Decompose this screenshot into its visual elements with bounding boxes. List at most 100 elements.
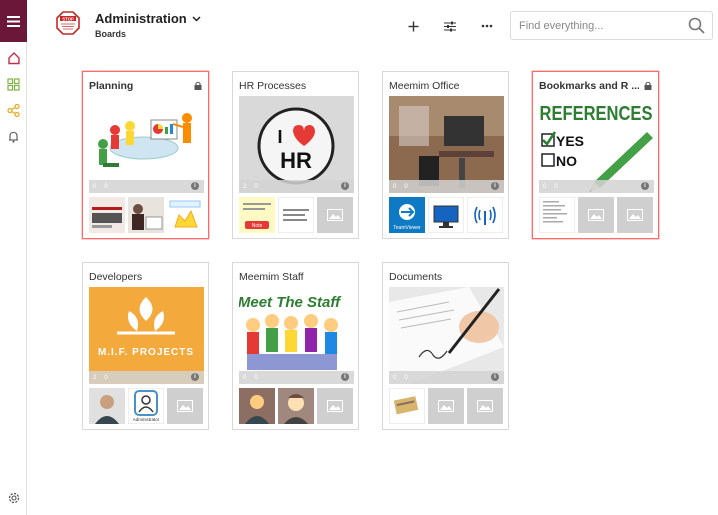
board-card-bookmarks[interactable]: Bookmarks and R ... REFERENCES YES NO 0 … xyxy=(532,71,659,239)
image-icon xyxy=(327,209,343,221)
search-input[interactable] xyxy=(511,12,671,39)
board-title: Meemim Staff xyxy=(239,271,304,283)
image-icon xyxy=(477,400,493,412)
filter-button[interactable] xyxy=(441,17,459,35)
board-card-developers[interactable]: Developers M.I.F. PROJECTS 2 0 i Adminis… xyxy=(82,262,209,430)
image-icon xyxy=(438,400,454,412)
info-icon[interactable]: i xyxy=(191,373,199,381)
lock-icon xyxy=(194,81,202,90)
thumbnail[interactable] xyxy=(89,197,125,233)
links-count: 0 xyxy=(104,374,108,381)
board-stats: 2 0 i xyxy=(89,371,204,384)
thumbnail[interactable] xyxy=(539,197,575,233)
image-placeholder[interactable] xyxy=(167,388,203,424)
info-icon[interactable]: i xyxy=(341,373,349,381)
home-icon xyxy=(7,52,20,65)
board-card-hr-processes[interactable]: HR Processes I HR 2 0 i Note xyxy=(232,71,359,239)
thumbnail[interactable] xyxy=(128,197,164,233)
add-button[interactable] xyxy=(404,17,422,35)
thumbnail[interactable] xyxy=(389,388,425,424)
image-icon xyxy=(627,209,643,221)
thumbnail[interactable] xyxy=(467,197,503,233)
page-title: Administration xyxy=(95,11,187,26)
image-icon xyxy=(588,209,604,221)
image-placeholder[interactable] xyxy=(467,388,503,424)
share-button[interactable] xyxy=(0,97,27,123)
image-placeholder[interactable] xyxy=(578,197,614,233)
image-icon xyxy=(327,400,343,412)
thumbnail[interactable] xyxy=(278,388,314,424)
cards-count: 0 xyxy=(393,183,397,190)
top-header: STOP Administration Boards xyxy=(27,0,718,52)
hamburger-icon xyxy=(7,15,20,27)
links-count: 0 xyxy=(554,183,558,190)
board-cover-image xyxy=(389,96,504,193)
more-options-button[interactable] xyxy=(478,17,496,35)
info-icon[interactable]: i xyxy=(491,182,499,190)
global-search xyxy=(510,11,713,40)
board-thumbnails: Note xyxy=(239,197,354,233)
ellipsis-icon xyxy=(481,24,493,28)
cards-count: 0 xyxy=(393,374,397,381)
image-placeholder[interactable] xyxy=(428,388,464,424)
hamburger-menu-button[interactable] xyxy=(0,0,27,42)
boards-button[interactable] xyxy=(0,71,27,97)
info-icon[interactable]: i xyxy=(491,373,499,381)
plus-icon xyxy=(408,21,418,31)
bell-icon xyxy=(9,131,18,143)
info-icon[interactable]: i xyxy=(191,182,199,190)
thumbnail[interactable]: TeamViewer xyxy=(389,197,425,233)
thumb-label: TeamViewer xyxy=(393,225,421,231)
board-thumbnails: TeamViewer xyxy=(389,197,504,233)
board-card-meemim-office[interactable]: Meemim Office 0 0 i TeamViewer xyxy=(382,71,509,239)
thumbnail[interactable] xyxy=(278,197,314,233)
thumbnail[interactable]: Note xyxy=(239,197,275,233)
chevron-down-icon xyxy=(192,15,201,22)
image-icon xyxy=(177,400,193,412)
board-card-documents[interactable]: Documents 0 0 i xyxy=(382,262,509,430)
image-placeholder[interactable] xyxy=(317,197,353,233)
thumbnail[interactable] xyxy=(167,197,203,233)
cards-count: 0 xyxy=(543,183,547,190)
board-cover-image: Meet The Staff xyxy=(239,287,354,384)
left-rail xyxy=(0,0,27,515)
hero-text-staff: Meet The Staff xyxy=(239,294,342,311)
home-button[interactable] xyxy=(0,45,27,71)
image-placeholder[interactable] xyxy=(617,197,653,233)
workspace-logo: STOP xyxy=(56,11,80,35)
sliders-icon xyxy=(444,21,456,31)
board-title: Developers xyxy=(89,271,143,283)
search-icon[interactable] xyxy=(688,17,705,34)
thumbnail[interactable]: Administrator xyxy=(128,388,164,424)
board-stats: 0 0 i xyxy=(389,371,504,384)
hero-text-hr: HR xyxy=(280,148,312,173)
board-thumbnails xyxy=(389,388,504,424)
page-subtitle: Boards xyxy=(95,29,127,39)
thumbnail[interactable] xyxy=(239,388,275,424)
board-stats: 0 0 i xyxy=(239,371,354,384)
board-card-meemim-staff[interactable]: Meemim Staff Meet The Staff 0 0 i xyxy=(232,262,359,430)
thumbnail[interactable] xyxy=(428,197,464,233)
board-title: Documents xyxy=(389,271,443,283)
info-icon[interactable]: i xyxy=(641,182,649,190)
cards-count: 0 xyxy=(243,374,247,381)
image-placeholder[interactable] xyxy=(317,388,353,424)
notifications-button[interactable] xyxy=(0,123,27,149)
thumbnail[interactable] xyxy=(89,388,125,424)
gear-icon xyxy=(8,492,19,504)
board-thumbnails xyxy=(539,197,654,233)
lock-icon xyxy=(644,81,652,90)
workspace-title[interactable]: Administration xyxy=(95,11,201,26)
board-stats: 0 0 i xyxy=(89,180,204,193)
board-card-planning[interactable]: Planning 0 0 i xyxy=(82,71,209,239)
board-stats: 0 0 i xyxy=(539,180,654,193)
board-stats: 2 0 i xyxy=(239,180,354,193)
board-cover-image xyxy=(89,96,204,193)
share-icon xyxy=(7,103,20,117)
thumb-label: Note xyxy=(252,223,263,229)
hero-text-references: REFERENCES xyxy=(540,103,653,125)
hero-text-projects: M.I.F. PROJECTS xyxy=(98,347,194,358)
settings-button[interactable] xyxy=(0,485,27,511)
logo-text: STOP xyxy=(62,16,74,21)
info-icon[interactable]: i xyxy=(341,182,349,190)
